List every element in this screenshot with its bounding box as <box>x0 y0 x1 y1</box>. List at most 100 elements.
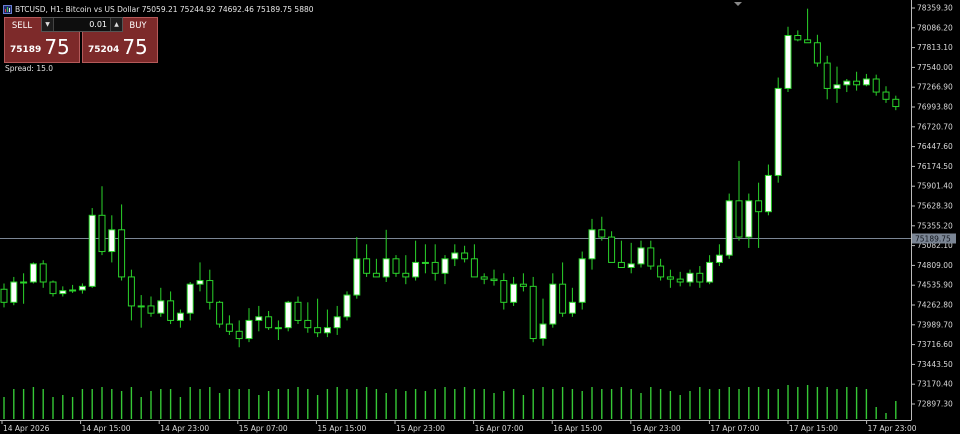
bear-candle-body <box>853 80 861 86</box>
price-tick-label: 74535.90 <box>917 281 953 290</box>
bear-candle-body <box>127 276 135 307</box>
lot-decrease-button[interactable]: ▼ <box>42 18 54 31</box>
candle <box>88 208 96 288</box>
bull-candle-body <box>568 301 576 314</box>
bull-candle-body <box>69 289 77 292</box>
lot-size-value[interactable]: 0.01 <box>54 18 110 31</box>
bull-candle-body <box>382 258 390 278</box>
bear-candle-body <box>529 285 537 340</box>
bull-candle-body <box>245 319 253 340</box>
bear-candle-body <box>392 258 400 274</box>
candle <box>343 291 351 321</box>
time-tick-label: 16 Apr 15:00 <box>553 424 602 433</box>
bear-candle-body <box>813 42 821 64</box>
candle <box>725 193 733 259</box>
bear-candle-body <box>696 272 704 283</box>
buy-price: 75204 75 <box>88 35 148 59</box>
lot-increase-button[interactable]: ▲ <box>110 18 122 31</box>
bull-candle-body <box>59 290 67 295</box>
bull-candle-body <box>745 200 753 238</box>
bear-candle-body <box>647 247 655 267</box>
bull-candle-body <box>578 258 586 303</box>
bull-candle-body <box>88 214 96 287</box>
bear-candle-body <box>676 278 684 283</box>
price-tick-label: 77813.10 <box>917 43 953 52</box>
bull-candle-body <box>510 283 518 303</box>
bull-candle-body <box>78 285 86 291</box>
tick-volume: 5880 <box>294 4 314 14</box>
bear-candle-body <box>480 276 488 280</box>
bull-candle-body <box>274 327 282 330</box>
bull-candle-body <box>784 34 792 89</box>
buy-label: BUY <box>129 21 147 31</box>
bull-candle-body <box>862 78 870 86</box>
bear-candle-body <box>225 323 233 332</box>
candle <box>392 255 400 277</box>
bear-candle-body <box>461 252 469 260</box>
bear-candle-body <box>490 278 498 282</box>
bull-candle-body <box>108 229 116 253</box>
bear-candle-body <box>216 301 224 325</box>
bear-candle-body <box>118 229 126 278</box>
time-tick-label: 17 Apr 23:00 <box>868 424 917 433</box>
spread-label: Spread: 15.0 <box>5 64 54 73</box>
bear-candle-body <box>39 263 47 283</box>
chart-window-icon <box>3 4 12 14</box>
bear-candle-body <box>823 62 831 89</box>
bear-candle-body <box>402 272 410 278</box>
time-tick-label: 14 Apr 2026 <box>3 424 50 433</box>
buy-price-small: 75204 <box>88 45 120 55</box>
bear-candle-body <box>598 229 606 238</box>
time-tick-label: 15 Apr 07:00 <box>239 424 288 433</box>
symbol-description: Bitcoin vs US Dollar <box>65 4 140 14</box>
bull-candle-body <box>833 84 841 89</box>
bull-candle-body <box>637 247 645 265</box>
buy-price-big: 75 <box>122 35 148 59</box>
lot-size-field[interactable]: ▼ 0.01 ▲ <box>41 17 123 32</box>
sell-price: 75189 75 <box>10 35 70 59</box>
price-tick-label: 76993.80 <box>917 103 953 112</box>
time-tick-label: 15 Apr 23:00 <box>396 424 445 433</box>
bear-candle-body <box>147 305 155 314</box>
bear-candle-body <box>804 39 812 44</box>
price-axis[interactable]: 78359.30 78086.20 77813.10 77540.00 77266.90… <box>911 4 956 409</box>
bull-candle-body <box>186 283 194 314</box>
bear-candle-body <box>206 280 214 303</box>
bull-candle-body <box>20 281 28 284</box>
candle <box>774 77 782 183</box>
bull-candle-body <box>774 87 782 176</box>
candle <box>284 300 292 332</box>
bear-candle-body <box>372 272 380 278</box>
price-tick-label: 73716.60 <box>917 340 953 349</box>
candle <box>216 300 224 328</box>
sell-price-big: 75 <box>44 35 70 59</box>
bull-candle-body <box>539 323 547 340</box>
price-tick-label: 76720.70 <box>917 122 953 131</box>
price-tick-label: 72897.30 <box>917 400 953 409</box>
bull-candle-body <box>196 280 204 285</box>
bear-candle-body <box>167 300 175 321</box>
price-tick-label: 74809.00 <box>917 261 953 270</box>
bear-candle-body <box>294 301 302 321</box>
price-tick-label: 73989.70 <box>917 320 953 329</box>
bear-candle-body <box>666 276 674 280</box>
bull-candle-body <box>10 281 18 303</box>
time-tick-label: 15 Apr 15:00 <box>317 424 366 433</box>
bull-candle-body <box>176 312 184 321</box>
price-chart[interactable]: 78359.30 78086.20 77813.10 77540.00 77266.90… <box>0 0 960 434</box>
bear-candle-body <box>872 78 880 93</box>
bear-candle-body <box>235 330 243 340</box>
sell-price-small: 75189 <box>10 45 42 55</box>
bull-candle-body <box>725 200 733 256</box>
bear-candle-body <box>304 319 312 329</box>
sell-label: SELL <box>11 21 33 31</box>
bear-candle-body <box>794 34 802 41</box>
candle <box>784 26 792 93</box>
bull-candle-body <box>343 294 351 318</box>
bear-candle-body <box>892 98 900 108</box>
bull-candle-body <box>843 80 851 86</box>
bull-candle-body <box>157 300 165 314</box>
bull-candle-body <box>29 263 37 283</box>
price-tick-label: 75628.30 <box>917 202 953 211</box>
price-tick-label: 76447.60 <box>917 142 953 151</box>
